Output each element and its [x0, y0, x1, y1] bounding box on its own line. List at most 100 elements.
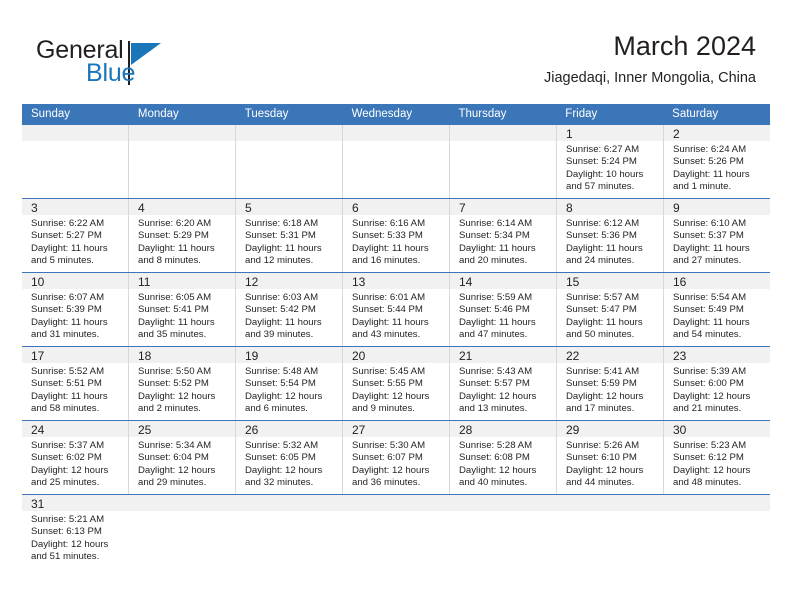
day-daylight2-text: and 25 minutes. [31, 476, 100, 488]
day-cell[interactable]: 29 Sunrise: 5:26 AM Sunset: 6:10 PM Dayligh… [557, 421, 664, 494]
general-blue-logo[interactable]: General Blue [36, 36, 216, 92]
day-sunrise-text: Sunrise: 5:34 AM [138, 440, 212, 451]
day-info: Sunrise: 5:52 AM Sunset: 5:51 PM Daylight:… [22, 363, 128, 415]
day-info: Sunrise: 5:23 AM Sunset: 6:12 PM Daylight:… [664, 437, 770, 489]
day-sunset-text: Sunset: 5:34 PM [459, 230, 530, 242]
day-cell[interactable]: 21 Sunrise: 5:43 AM Sunset: 5:57 PM Dayligh… [450, 347, 557, 420]
day-cell[interactable]: 1 Sunrise: 6:27 AM Sunset: 5:24 PM Daylight… [557, 125, 664, 198]
day-sunset-text: Sunset: 5:49 PM [673, 304, 744, 316]
day-cell[interactable]: 24 Sunrise: 5:37 AM Sunset: 6:02 PM Dayligh… [22, 421, 129, 494]
day-daylight2-text: and 36 minutes. [352, 476, 421, 488]
calendar-grid: Sunday Monday Tuesday Wednesday Thursday Frid… [22, 104, 771, 585]
day-cell[interactable]: 25 Sunrise: 5:34 AM Sunset: 6:04 PM Dayligh… [129, 421, 236, 494]
day-daylight1-text: Daylight: 11 hours [352, 316, 429, 328]
day-info: Sunrise: 5:43 AM Sunset: 5:57 PM Daylight:… [450, 363, 556, 415]
day-number-band: 17 [22, 347, 128, 363]
day-cell[interactable]: 30 Sunrise: 5:23 AM Sunset: 6:12 PM Dayligh… [664, 421, 770, 494]
day-number-band: 14 [450, 273, 556, 289]
day-daylight2-text: and 29 minutes. [138, 476, 207, 488]
day-cell[interactable]: 14 Sunrise: 5:59 AM Sunset: 5:46 PM Dayligh… [450, 273, 557, 346]
day-number-band: 7 [450, 199, 556, 215]
day-sunrise-text: Sunrise: 5:48 AM [245, 366, 319, 377]
day-number: 16 [673, 275, 687, 289]
day-info: Sunrise: 5:45 AM Sunset: 5:55 PM Daylight:… [343, 363, 449, 415]
day-cell[interactable]: 2 Sunrise: 6:24 AM Sunset: 5:26 PM Daylight… [664, 125, 770, 198]
day-daylight2-text: and 43 minutes. [352, 328, 421, 340]
day-cell[interactable]: 7 Sunrise: 6:14 AM Sunset: 5:34 PM Daylight… [450, 199, 557, 272]
day-sunrise-text: Sunrise: 6:14 AM [459, 218, 533, 229]
day-sunset-text: Sunset: 6:05 PM [245, 452, 316, 464]
day-daylight1-text: Daylight: 12 hours [245, 390, 323, 402]
day-cell[interactable]: 16 Sunrise: 5:54 AM Sunset: 5:49 PM Dayligh… [664, 273, 770, 346]
day-daylight2-text: and 32 minutes. [245, 476, 314, 488]
day-daylight1-text: Daylight: 11 hours [352, 242, 429, 254]
day-cell[interactable]: 6 Sunrise: 6:16 AM Sunset: 5:33 PM Daylight… [343, 199, 450, 272]
day-number: 29 [566, 423, 580, 437]
day-daylight1-text: Daylight: 11 hours [459, 242, 536, 254]
day-cell[interactable]: 26 Sunrise: 5:32 AM Sunset: 6:05 PM Dayligh… [236, 421, 343, 494]
day-daylight2-text: and 12 minutes. [245, 254, 314, 266]
day-cell[interactable]: 27 Sunrise: 5:30 AM Sunset: 6:07 PM Dayligh… [343, 421, 450, 494]
day-cell[interactable]: 31 Sunrise: 5:21 AM Sunset: 6:13 PM Dayligh… [22, 495, 129, 585]
day-info: Sunrise: 5:54 AM Sunset: 5:49 PM Daylight:… [664, 289, 770, 341]
day-daylight2-text: and 2 minutes. [138, 402, 201, 414]
day-cell[interactable]: 3 Sunrise: 6:22 AM Sunset: 5:27 PM Daylight… [22, 199, 129, 272]
day-cell[interactable]: 9 Sunrise: 6:10 AM Sunset: 5:37 PM Daylight… [664, 199, 770, 272]
day-number-band [129, 125, 235, 141]
day-sunset-text: Sunset: 5:24 PM [566, 156, 637, 168]
day-cell[interactable]: 15 Sunrise: 5:57 AM Sunset: 5:47 PM Dayligh… [557, 273, 664, 346]
day-daylight1-text: Daylight: 11 hours [245, 242, 322, 254]
day-daylight1-text: Daylight: 11 hours [138, 316, 215, 328]
day-cell-empty [236, 125, 343, 198]
day-number-band: 20 [343, 347, 449, 363]
day-info: Sunrise: 5:59 AM Sunset: 5:46 PM Daylight:… [450, 289, 556, 341]
day-daylight1-text: Daylight: 11 hours [31, 390, 108, 402]
day-cell[interactable]: 12 Sunrise: 6:03 AM Sunset: 5:42 PM Dayligh… [236, 273, 343, 346]
day-sunrise-text: Sunrise: 6:03 AM [245, 292, 319, 303]
day-sunset-text: Sunset: 6:10 PM [566, 452, 637, 464]
day-daylight2-text: and 13 minutes. [459, 402, 528, 414]
day-number: 27 [352, 423, 366, 437]
day-info: Sunrise: 6:03 AM Sunset: 5:42 PM Daylight:… [236, 289, 342, 341]
day-cell[interactable]: 28 Sunrise: 5:28 AM Sunset: 6:08 PM Dayligh… [450, 421, 557, 494]
day-sunset-text: Sunset: 6:13 PM [31, 526, 102, 538]
page-title: March 2024 [613, 31, 756, 61]
day-number: 21 [459, 349, 473, 363]
day-number-band: 24 [22, 421, 128, 437]
day-daylight2-text: and 31 minutes. [31, 328, 100, 340]
day-daylight2-text: and 16 minutes. [352, 254, 421, 266]
calendar-weeks: 1 Sunrise: 6:27 AM Sunset: 5:24 PM Daylight… [22, 125, 771, 585]
day-number-band: 29 [557, 421, 663, 437]
day-cell[interactable]: 20 Sunrise: 5:45 AM Sunset: 5:55 PM Dayligh… [343, 347, 450, 420]
day-info: Sunrise: 6:01 AM Sunset: 5:44 PM Daylight:… [343, 289, 449, 341]
day-cell[interactable]: 17 Sunrise: 5:52 AM Sunset: 5:51 PM Dayligh… [22, 347, 129, 420]
day-cell[interactable]: 8 Sunrise: 6:12 AM Sunset: 5:36 PM Daylight… [557, 199, 664, 272]
day-daylight1-text: Daylight: 11 hours [245, 316, 322, 328]
day-cell[interactable]: 19 Sunrise: 5:48 AM Sunset: 5:54 PM Dayligh… [236, 347, 343, 420]
day-number: 30 [673, 423, 687, 437]
calendar-week-row: 1 Sunrise: 6:27 AM Sunset: 5:24 PM Daylight… [22, 125, 770, 199]
day-daylight1-text: Daylight: 11 hours [673, 242, 750, 254]
weekday-header-row: Sunday Monday Tuesday Wednesday Thursday Frid… [22, 104, 770, 125]
day-cell[interactable]: 5 Sunrise: 6:18 AM Sunset: 5:31 PM Daylight… [236, 199, 343, 272]
day-daylight2-text: and 9 minutes. [352, 402, 415, 414]
day-cell[interactable]: 22 Sunrise: 5:41 AM Sunset: 5:59 PM Dayligh… [557, 347, 664, 420]
day-daylight1-text: Daylight: 12 hours [245, 464, 323, 476]
day-number: 12 [245, 275, 259, 289]
day-number-band: 21 [450, 347, 556, 363]
day-sunrise-text: Sunrise: 5:54 AM [673, 292, 747, 303]
day-cell[interactable]: 10 Sunrise: 6:07 AM Sunset: 5:39 PM Dayligh… [22, 273, 129, 346]
day-sunset-text: Sunset: 5:41 PM [138, 304, 209, 316]
day-info: Sunrise: 6:05 AM Sunset: 5:41 PM Daylight:… [129, 289, 235, 341]
day-cell[interactable]: 4 Sunrise: 6:20 AM Sunset: 5:29 PM Daylight… [129, 199, 236, 272]
day-sunrise-text: Sunrise: 5:21 AM [31, 514, 105, 525]
weekday-header-sunday: Sunday [31, 108, 71, 120]
day-sunrise-text: Sunrise: 5:26 AM [566, 440, 640, 451]
page-subtitle: Jiagedaqi, Inner Mongolia, China [544, 70, 756, 86]
calendar-week-row: 17 Sunrise: 5:52 AM Sunset: 5:51 PM Dayligh… [22, 347, 770, 421]
day-cell[interactable]: 18 Sunrise: 5:50 AM Sunset: 5:52 PM Dayligh… [129, 347, 236, 420]
day-cell[interactable]: 23 Sunrise: 5:39 AM Sunset: 6:00 PM Dayligh… [664, 347, 770, 420]
day-info: Sunrise: 5:57 AM Sunset: 5:47 PM Daylight:… [557, 289, 663, 341]
day-cell[interactable]: 13 Sunrise: 6:01 AM Sunset: 5:44 PM Dayligh… [343, 273, 450, 346]
day-cell[interactable]: 11 Sunrise: 6:05 AM Sunset: 5:41 PM Dayligh… [129, 273, 236, 346]
